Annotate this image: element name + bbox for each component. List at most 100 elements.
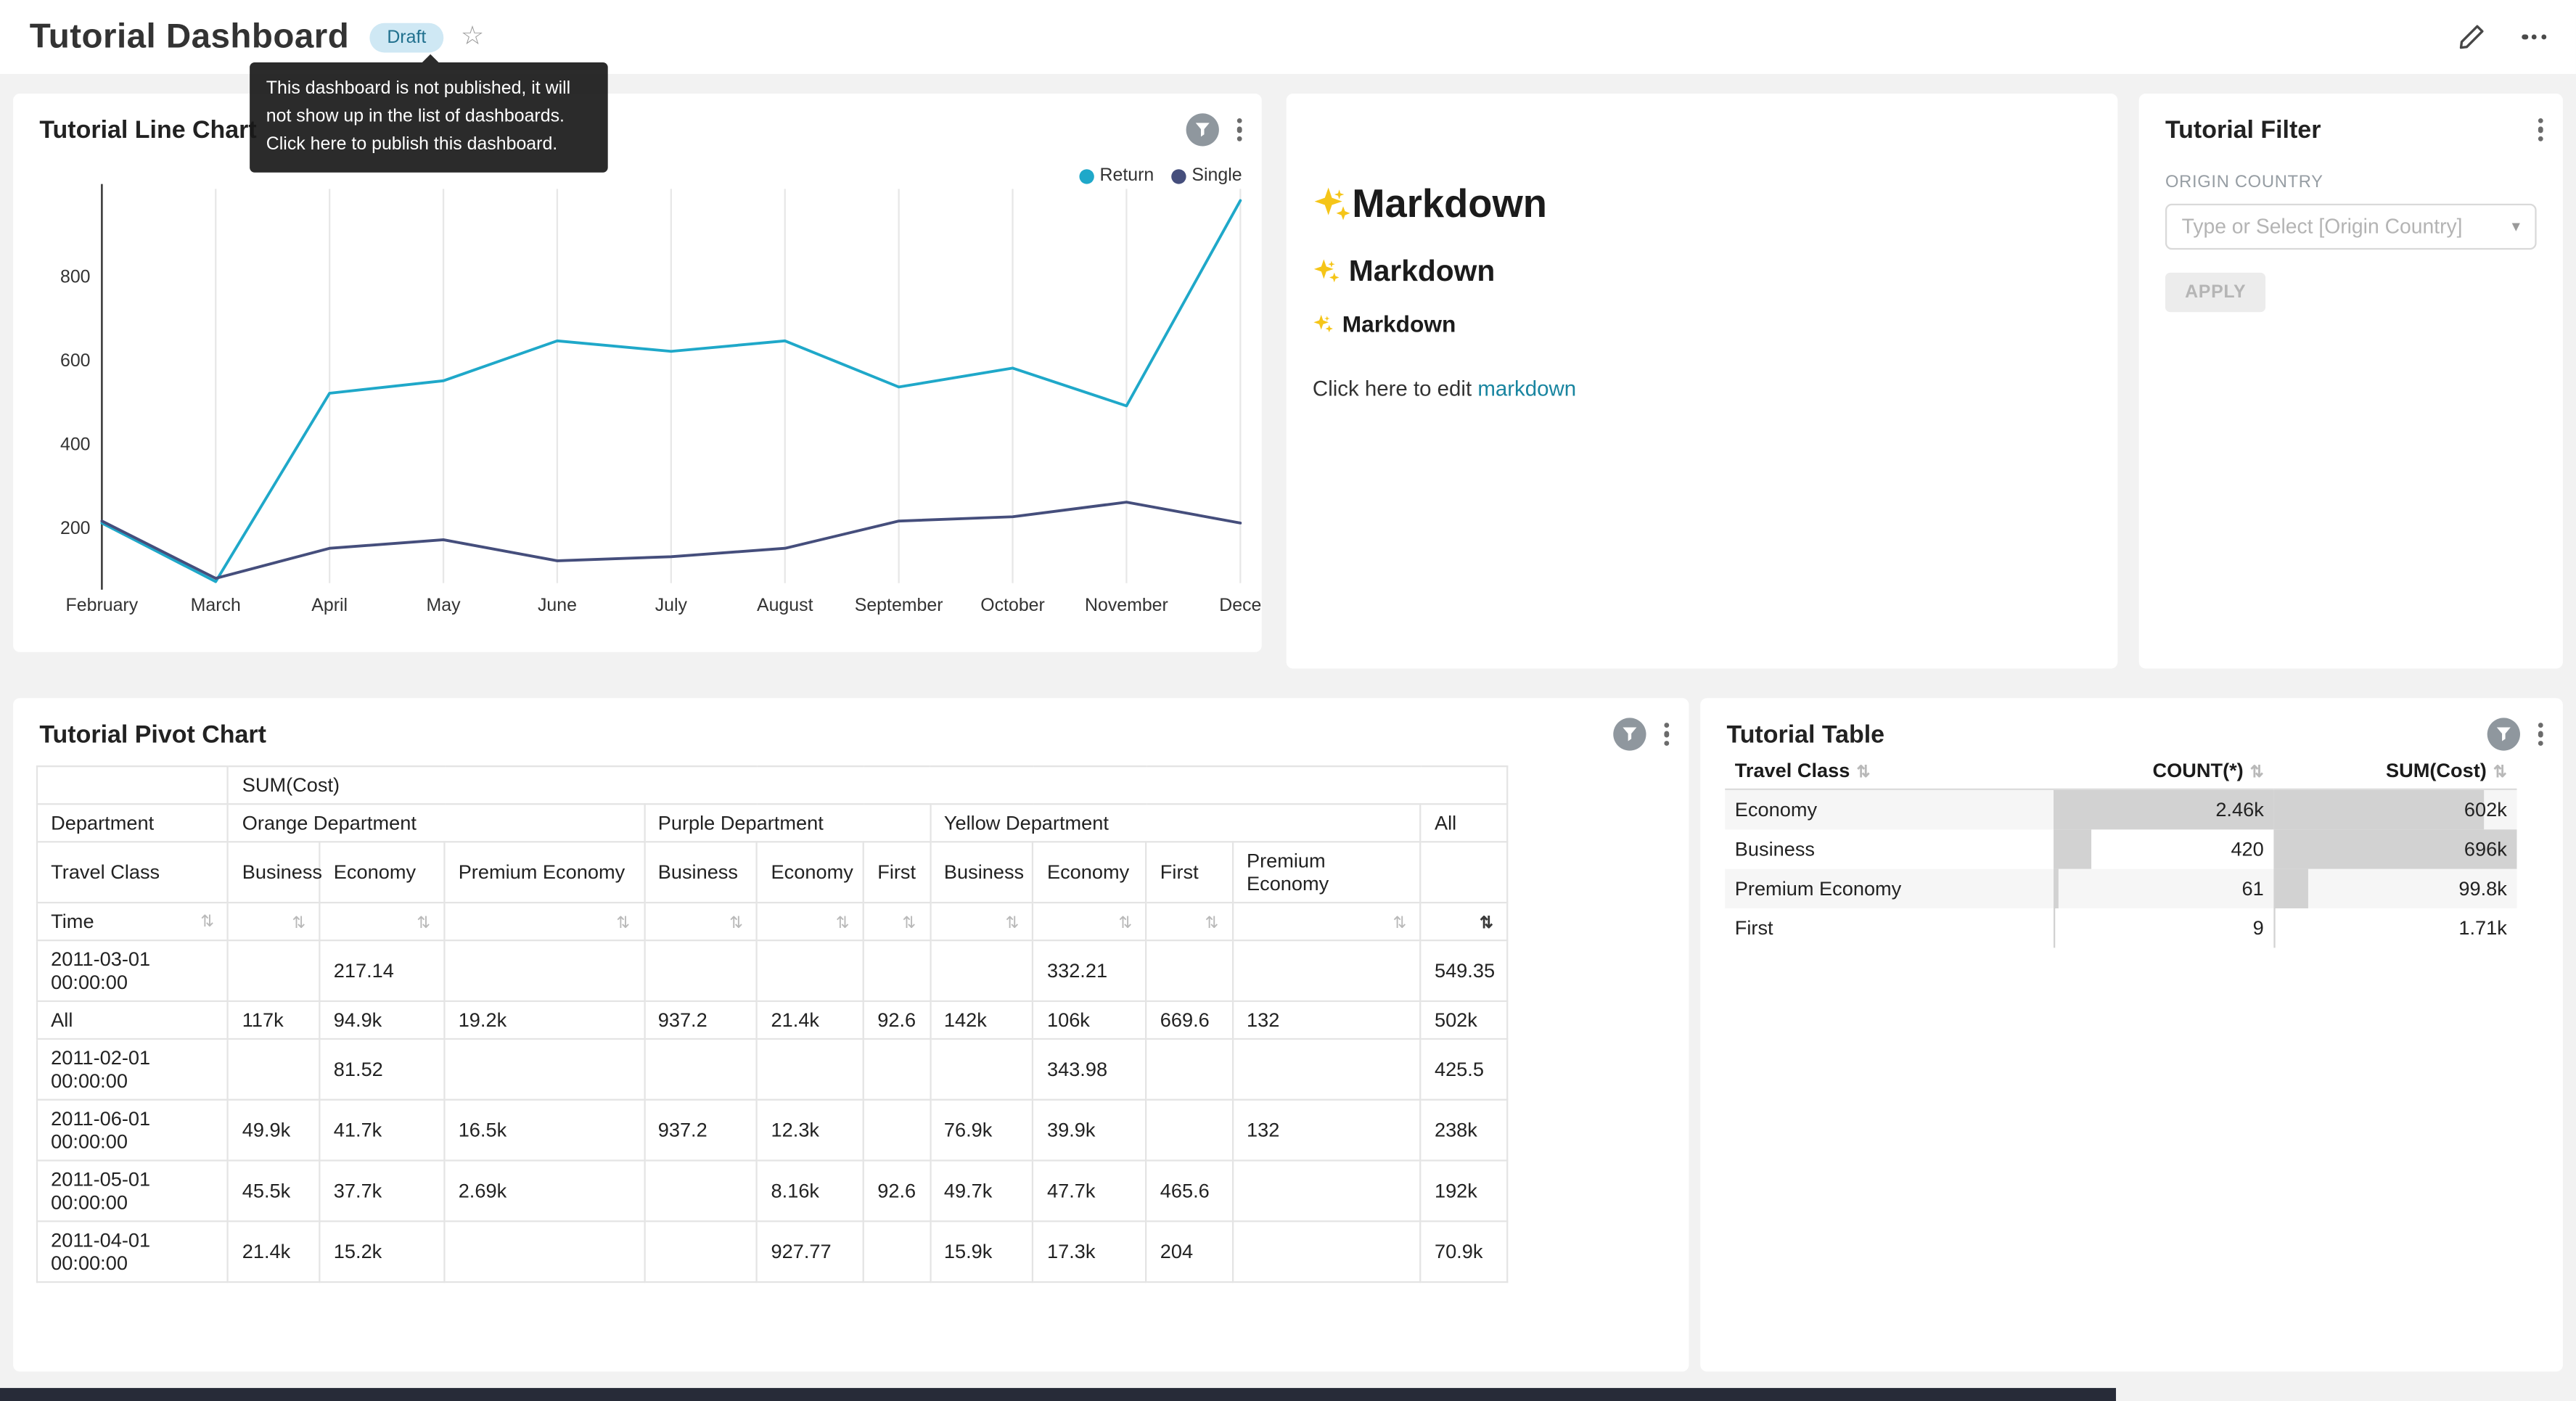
sort-icon[interactable]: ⇅ xyxy=(200,913,214,931)
pivot-sort-cell: ⇅ xyxy=(1147,903,1233,940)
edit-dashboard-icon[interactable] xyxy=(2458,23,2486,51)
pivot-cell: 16.5k xyxy=(444,1100,644,1161)
chart-menu-icon[interactable] xyxy=(1660,719,1672,749)
pivot-cell xyxy=(864,940,930,1001)
pivot-group-header: Purple Department xyxy=(644,804,930,842)
sort-icon[interactable]: ⇅ xyxy=(1005,915,1019,933)
pivot-cell: 49.9k xyxy=(229,1100,320,1161)
sort-icon[interactable]: ⇅ xyxy=(902,915,916,933)
pivot-cell: 2.69k xyxy=(444,1161,644,1222)
pivot-row: 2011-02-01 00:00:0081.52343.98425.5 xyxy=(37,1039,1507,1100)
line-chart-title: Tutorial Line Chart xyxy=(39,116,256,144)
table-col-header[interactable]: SUM(Cost)⇅ xyxy=(2273,752,2516,789)
apply-button[interactable]: APPLY xyxy=(2165,273,2265,312)
pivot-cell: 217.14 xyxy=(320,940,445,1001)
pivot-col-header: First xyxy=(864,842,930,903)
col-header-label: Travel Class xyxy=(1735,759,1850,782)
pivot-cell: 45.5k xyxy=(229,1161,320,1222)
pivot-row: 2011-06-01 00:00:0049.9k41.7k16.5k937.21… xyxy=(37,1100,1507,1161)
sort-icon[interactable]: ⇅ xyxy=(2493,764,2507,782)
sort-icon[interactable]: ⇅ xyxy=(616,915,630,933)
pivot-cell: 21.4k xyxy=(757,1001,864,1039)
cross-filter-icon[interactable] xyxy=(1186,113,1218,146)
pivot-col-header: Economy xyxy=(1033,842,1147,903)
sparkles-icon xyxy=(1313,258,1340,285)
table-col-header[interactable]: COUNT(*)⇅ xyxy=(2054,752,2273,789)
pivot-cell: 927.77 xyxy=(757,1221,864,1282)
more-menu-icon[interactable] xyxy=(2519,31,2550,43)
pivot-sort-cell: ⇅ xyxy=(1033,903,1147,940)
pivot-row: 2011-05-01 00:00:0045.5k37.7k2.69k8.16k9… xyxy=(37,1161,1507,1222)
pivot-cell: 15.9k xyxy=(930,1221,1033,1282)
x-axis-label: September xyxy=(855,595,943,615)
sort-icon[interactable]: ⇅ xyxy=(417,915,430,933)
x-axis-label: June xyxy=(538,595,577,615)
pivot-cell xyxy=(444,1221,644,1282)
pivot-col-header: First xyxy=(1147,842,1233,903)
pivot-cell xyxy=(757,940,864,1001)
pivot-cell xyxy=(864,1100,930,1161)
sort-icon[interactable]: ⇅ xyxy=(1118,915,1132,933)
chart-menu-icon[interactable] xyxy=(1234,115,1245,145)
pivot-cell: 12.3k xyxy=(757,1100,864,1161)
pivot-time-text: Time xyxy=(51,910,94,933)
markdown-h1: Markdown xyxy=(1313,182,2095,228)
filter-card: Tutorial Filter ORIGIN COUNTRY Type or S… xyxy=(2139,94,2563,668)
legend-label: Return xyxy=(1100,166,1154,186)
cross-filter-icon[interactable] xyxy=(2487,718,2519,750)
publish-tooltip[interactable]: This dashboard is not published, it will… xyxy=(250,62,608,173)
page-title: Tutorial Dashboard xyxy=(30,17,349,57)
origin-country-select[interactable]: Type or Select [Origin Country] ▾ xyxy=(2165,204,2537,250)
sort-icon[interactable]: ⇅ xyxy=(1392,915,1406,933)
sort-icon[interactable]: ⇅ xyxy=(1480,915,1493,933)
pivot-cell: 502k xyxy=(1421,1001,1507,1039)
pivot-cell: 8.16k xyxy=(757,1161,864,1222)
pivot-cell xyxy=(864,1221,930,1282)
table-card: Tutorial Table Travel Class⇅COUNT(*)⇅SUM… xyxy=(1700,698,2563,1371)
select-placeholder: Type or Select [Origin Country] xyxy=(2182,215,2463,239)
cross-filter-icon[interactable] xyxy=(1613,718,1646,750)
pivot-group-header: All xyxy=(1421,804,1507,842)
x-axis-label: April xyxy=(311,595,348,615)
pivot-cell: 669.6 xyxy=(1147,1001,1233,1039)
pivot-cell xyxy=(1233,1039,1421,1100)
pivot-cell xyxy=(864,1039,930,1100)
draft-badge[interactable]: Draft xyxy=(369,22,444,52)
markdown-edit-link[interactable]: markdown xyxy=(1477,376,1576,400)
sort-icon[interactable]: ⇅ xyxy=(836,915,850,933)
pivot-col-header: Premium Economy xyxy=(1233,842,1421,903)
pivot-dept-label: Department xyxy=(37,804,229,842)
pivot-sort-cell: ⇅ xyxy=(444,903,644,940)
markdown-paragraph: Click here to edit markdown xyxy=(1313,376,2095,400)
sort-icon[interactable]: ⇅ xyxy=(2250,764,2264,782)
filter-menu-icon[interactable] xyxy=(2535,115,2546,145)
header-actions xyxy=(2458,0,2550,74)
pivot-measure-header: SUM(Cost) xyxy=(229,766,1508,804)
pivot-cell: 142k xyxy=(930,1001,1033,1039)
pivot-chart-title: Tutorial Pivot Chart xyxy=(39,720,266,748)
pivot-sort-cell: ⇅ xyxy=(320,903,445,940)
line-chart[interactable]: FebruaryMarchAprilMayJuneJulyAugustSepte… xyxy=(13,94,1262,652)
legend-item-return[interactable]: Return xyxy=(1080,166,1154,186)
chart-menu-icon[interactable] xyxy=(2535,719,2546,749)
sort-icon[interactable]: ⇅ xyxy=(729,915,743,933)
pivot-row: All117k94.9k19.2k937.221.4k92.6142k106k6… xyxy=(37,1001,1507,1039)
star-icon[interactable]: ☆ xyxy=(461,24,484,50)
markdown-h3: Markdown xyxy=(1313,311,2095,337)
table-cell-count: 420 xyxy=(2054,829,2273,868)
sort-icon[interactable]: ⇅ xyxy=(1856,764,1870,782)
pivot-cell xyxy=(444,1039,644,1100)
pivot-cell: 465.6 xyxy=(1147,1161,1233,1222)
pivot-sort-cell: ⇅ xyxy=(757,903,864,940)
sort-icon[interactable]: ⇅ xyxy=(1205,915,1219,933)
sparkles-icon xyxy=(1313,313,1334,334)
pivot-cell: 94.9k xyxy=(320,1001,445,1039)
legend-item-single[interactable]: Single xyxy=(1172,166,1242,186)
pivot-row-label: 2011-06-01 00:00:00 xyxy=(37,1100,229,1161)
pivot-table-scroll[interactable]: SUM(Cost)DepartmentOrange DepartmentPurp… xyxy=(36,765,1666,1355)
markdown-card: Markdown Markdown Markdown xyxy=(1287,94,2118,668)
pivot-cell xyxy=(1233,1161,1421,1222)
sort-icon[interactable]: ⇅ xyxy=(292,915,305,933)
table-col-header[interactable]: Travel Class ⇅ xyxy=(1725,752,2054,789)
pivot-cell xyxy=(1233,940,1421,1001)
